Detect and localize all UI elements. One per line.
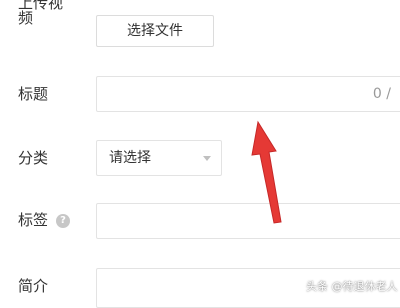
watermark-text: 头条 @待退休老人 xyxy=(306,280,398,293)
category-select[interactable]: 请选择 xyxy=(96,140,222,176)
category-select-value: 请选择 xyxy=(109,150,151,166)
title-input[interactable]: 0 / xyxy=(96,76,400,112)
question-circle-icon[interactable]: ? xyxy=(56,214,70,228)
video-upload-label-continued: 频 xyxy=(18,9,34,27)
tags-input[interactable] xyxy=(96,203,400,239)
category-label: 分类 xyxy=(18,149,49,167)
caret-down-icon xyxy=(203,156,211,161)
tags-label: 标签 xyxy=(18,211,49,229)
title-char-counter: 0 / xyxy=(372,86,391,102)
title-label: 标题 xyxy=(18,85,49,103)
select-file-button[interactable]: 选择文件 xyxy=(96,15,214,47)
intro-label: 简介 xyxy=(18,277,49,295)
